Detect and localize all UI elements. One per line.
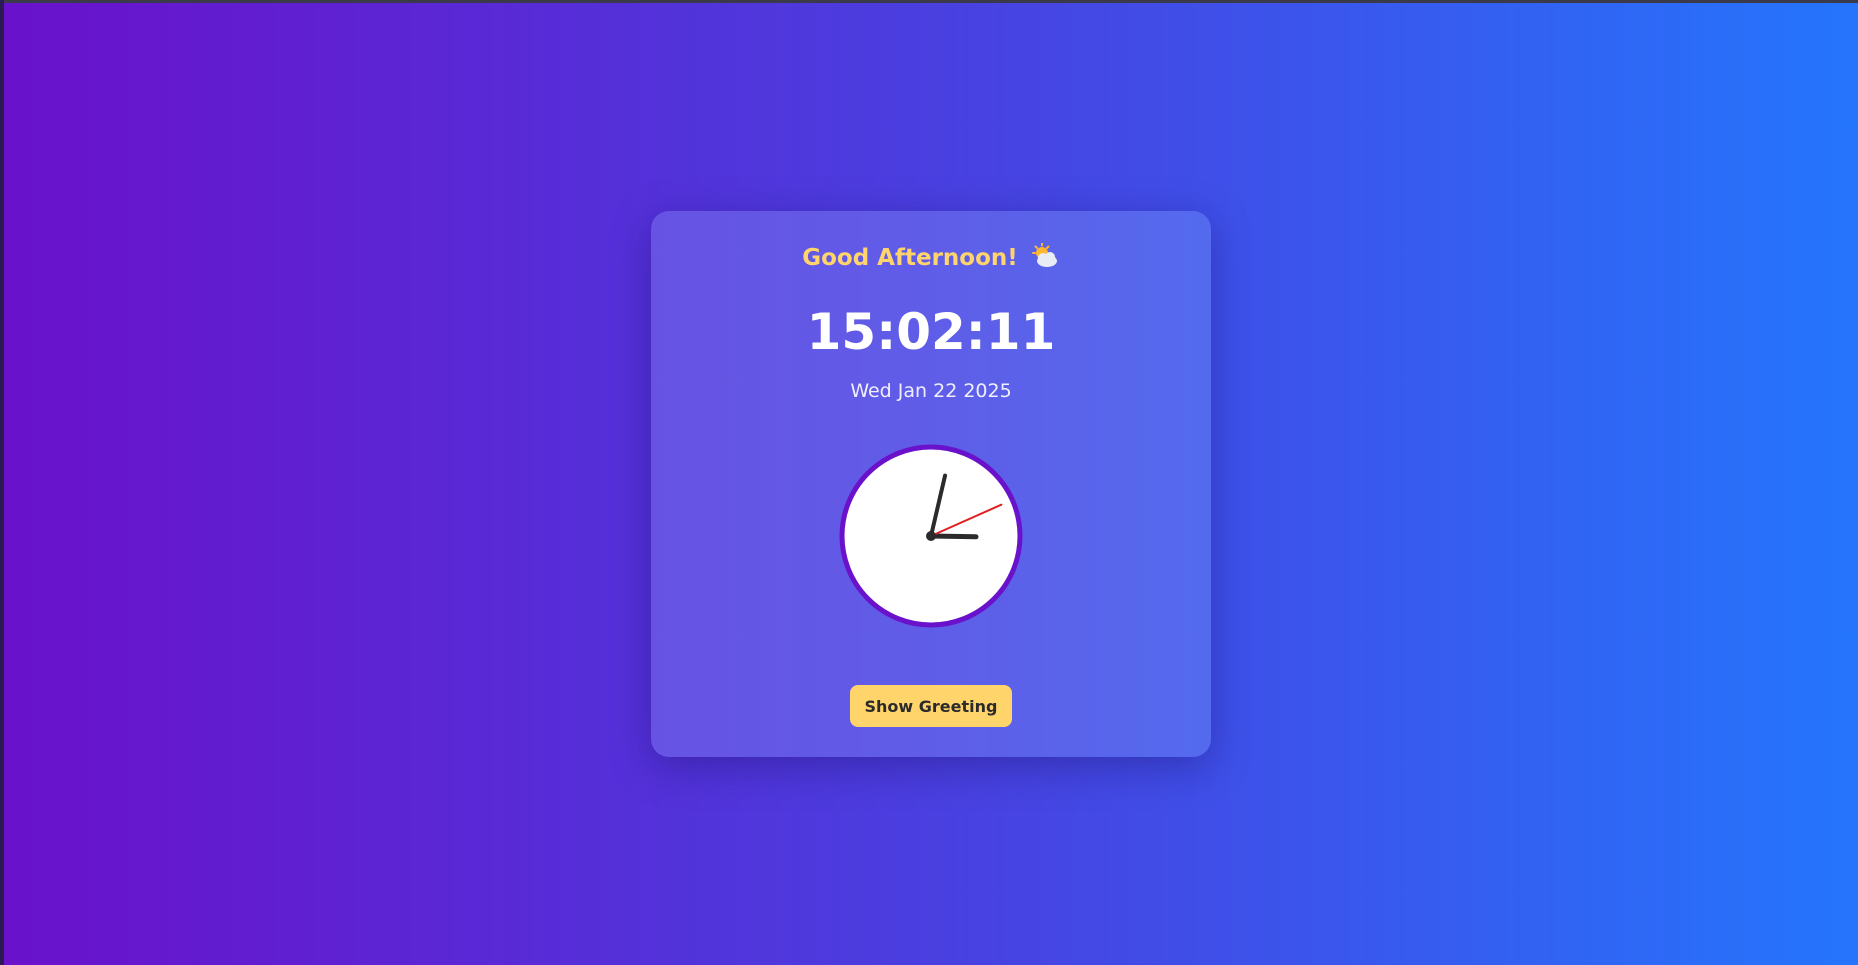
left-border — [0, 0, 4, 965]
hour-hand — [928, 533, 979, 540]
sun-behind-cloud-icon — [1030, 242, 1060, 269]
date-display: Wed Jan 22 2025 — [850, 380, 1012, 402]
analog-clock — [839, 444, 1023, 628]
clock-center-dot — [926, 531, 936, 541]
top-border — [0, 0, 1858, 3]
digital-time: 15:02:11 — [806, 303, 1056, 361]
greeting-heading: Good Afternoon! — [651, 242, 1211, 271]
greeting-text: Good Afternoon! — [802, 245, 1018, 271]
clock-card: Good Afternoon! 15:02:11 Wed Jan 22 2025 — [651, 211, 1211, 757]
show-greeting-button[interactable]: Show Greeting — [850, 685, 1012, 727]
